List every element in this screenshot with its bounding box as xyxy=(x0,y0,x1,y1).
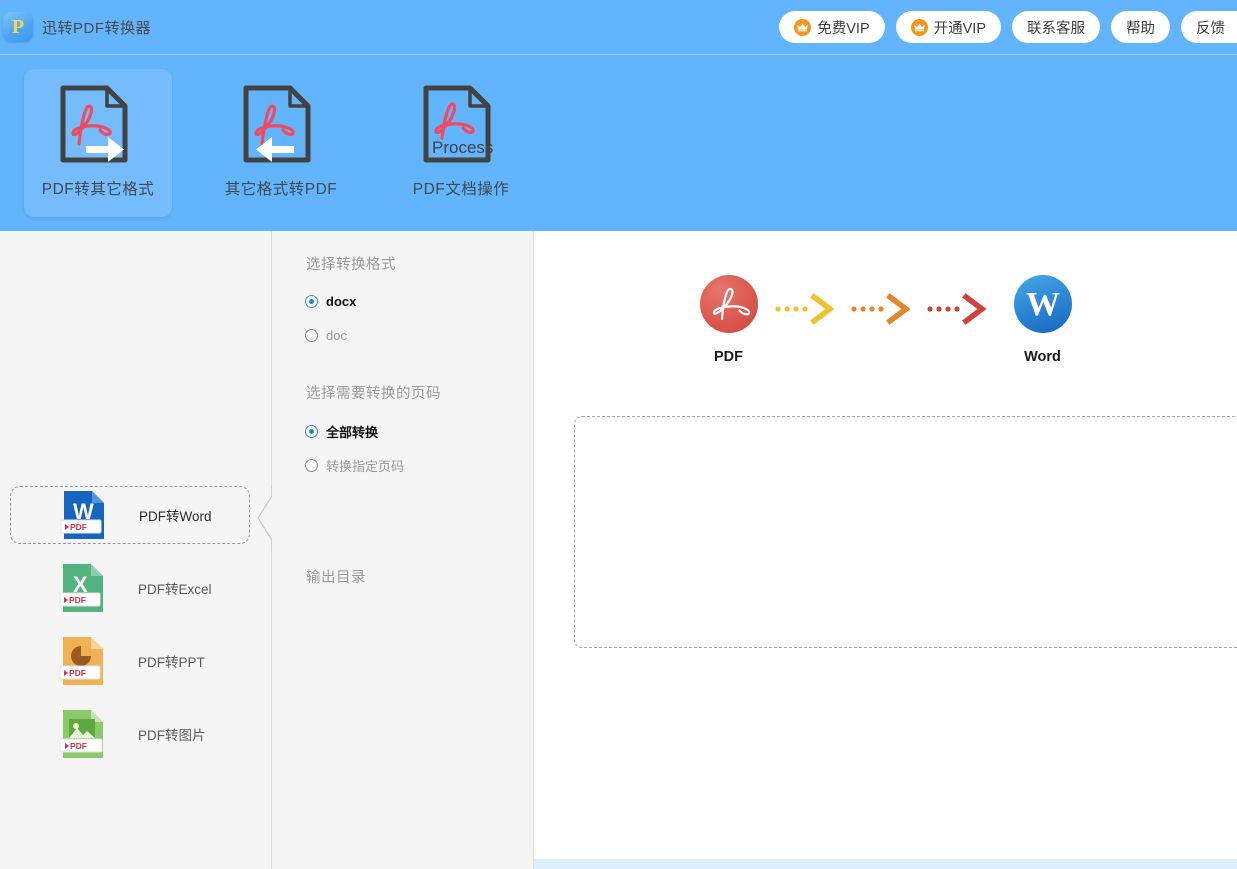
open-vip-button[interactable]: 开通VIP xyxy=(895,11,1001,43)
pdf-doc-process-icon: Process xyxy=(418,82,504,166)
tab-pdf-to-other[interactable]: PDF转其它格式 xyxy=(24,69,172,217)
help-button[interactable]: 帮助 xyxy=(1111,11,1170,43)
file-drop-zone[interactable] xyxy=(574,416,1237,648)
radio-pages-all-label: 全部转换 xyxy=(326,425,379,440)
free-vip-button[interactable]: 免费VIP xyxy=(779,11,885,43)
app-title: 迅转PDF转换器 xyxy=(42,19,152,37)
conversion-type-sidebar: W PDF PDF转Word X PDF PDF转Excel PDF PDF转P… xyxy=(0,231,272,869)
svg-text:W: W xyxy=(1026,286,1060,323)
radio-format-doc-label: doc xyxy=(326,328,347,343)
tab-other-to-pdf-label: 其它格式转PDF xyxy=(224,181,338,198)
radio-format-docx-label: docx xyxy=(326,294,357,309)
sidebar-pointer-chevron-icon xyxy=(257,486,272,552)
word-file-icon: W PDF xyxy=(59,489,111,541)
radio-pages-range[interactable]: 转换指定页码 xyxy=(305,456,404,475)
svg-text:PDF: PDF xyxy=(70,741,87,751)
excel-file-icon: X PDF xyxy=(58,562,110,614)
sidebar-item-pdf-to-ppt[interactable]: PDF PDF转PPT xyxy=(10,632,250,690)
pdf-doc-arrow-left-icon xyxy=(238,82,324,166)
contact-support-label: 联系客服 xyxy=(1027,20,1085,37)
flow-arrow-1-icon xyxy=(774,293,835,325)
radio-format-doc[interactable]: doc xyxy=(305,328,347,343)
tab-other-to-pdf[interactable]: 其它格式转PDF xyxy=(207,69,355,217)
radio-pages-all[interactable]: 全部转换 xyxy=(305,422,378,441)
word-circle-icon: W xyxy=(1013,275,1072,333)
flow-source-label: PDF xyxy=(714,349,743,365)
sidebar-item-pdf-to-image[interactable]: PDF PDF转图片 xyxy=(10,705,250,763)
feedback-label: 反馈 xyxy=(1196,20,1225,37)
free-vip-label: 免费VIP xyxy=(817,20,870,37)
app-logo-icon: P xyxy=(3,12,33,42)
flow-source: PDF xyxy=(686,275,772,365)
open-vip-label: 开通VIP xyxy=(933,20,986,37)
output-section-title: 输出目录 xyxy=(306,570,366,586)
format-section-title: 选择转换格式 xyxy=(306,257,396,273)
sidebar-item-pdf-to-word[interactable]: W PDF PDF转Word xyxy=(10,486,250,544)
svg-text:PDF: PDF xyxy=(69,595,86,605)
flow-arrow-3-icon xyxy=(926,293,987,325)
sidebar-item-label: PDF转Excel xyxy=(138,582,212,597)
sidebar-item-label: PDF转图片 xyxy=(138,728,206,743)
tab-pdf-to-other-label: PDF转其它格式 xyxy=(41,181,155,198)
crown-icon xyxy=(794,18,812,36)
ppt-file-icon: PDF xyxy=(58,635,110,687)
acrobat-pdf-circle-icon xyxy=(699,275,758,333)
flow-target: W Word xyxy=(1000,275,1086,365)
radio-indicator xyxy=(305,295,318,308)
help-label: 帮助 xyxy=(1126,20,1155,37)
sidebar-item-label: PDF转PPT xyxy=(138,655,205,670)
svg-text:PDF: PDF xyxy=(70,522,87,532)
radio-indicator xyxy=(305,329,318,342)
radio-indicator xyxy=(305,425,318,438)
image-file-icon: PDF xyxy=(58,708,110,760)
conversion-settings-panel: 选择转换格式 docx doc 选择需要转换的页码 全部转换 转换指定页码 输出… xyxy=(272,231,772,869)
radio-pages-range-label: 转换指定页码 xyxy=(326,459,405,474)
application-window: P 迅转PDF转换器 免费VIP 开通VIP 联系客服 帮助 反馈 PDF转其它… xyxy=(0,0,1237,869)
sidebar-item-pdf-to-excel[interactable]: X PDF PDF转Excel xyxy=(10,559,250,617)
mode-tab-bar: PDF转其它格式 其它格式转PDF Process PDF文档操作 xyxy=(0,55,1237,231)
sidebar-item-label: PDF转Word xyxy=(139,509,212,524)
conversion-flow-illustration: PDF W Word xyxy=(534,275,1237,395)
tab-pdf-document-operations[interactable]: Process PDF文档操作 xyxy=(387,69,535,217)
status-bar xyxy=(534,859,1237,869)
flow-arrow-2-icon xyxy=(850,293,911,325)
radio-indicator xyxy=(305,459,318,472)
pdf-doc-arrow-right-icon xyxy=(55,82,141,166)
svg-text:PDF: PDF xyxy=(69,668,86,678)
preview-panel: PDF W Word xyxy=(534,231,1237,869)
process-badge-text: Process xyxy=(432,138,493,157)
titlebar-actions: 免费VIP 开通VIP 联系客服 帮助 反馈 xyxy=(779,11,1237,43)
feedback-button[interactable]: 反馈 xyxy=(1181,11,1237,43)
contact-support-button[interactable]: 联系客服 xyxy=(1012,11,1100,43)
flow-target-label: Word xyxy=(1024,349,1061,365)
tab-pdf-document-operations-label: PDF文档操作 xyxy=(412,181,510,198)
crown-icon xyxy=(910,18,928,36)
main-body: W PDF PDF转Word X PDF PDF转Excel PDF PDF转P… xyxy=(0,231,1237,869)
title-bar: P 迅转PDF转换器 免费VIP 开通VIP 联系客服 帮助 反馈 xyxy=(0,0,1237,55)
radio-format-docx[interactable]: docx xyxy=(305,294,356,309)
pages-section-title: 选择需要转换的页码 xyxy=(306,386,441,402)
